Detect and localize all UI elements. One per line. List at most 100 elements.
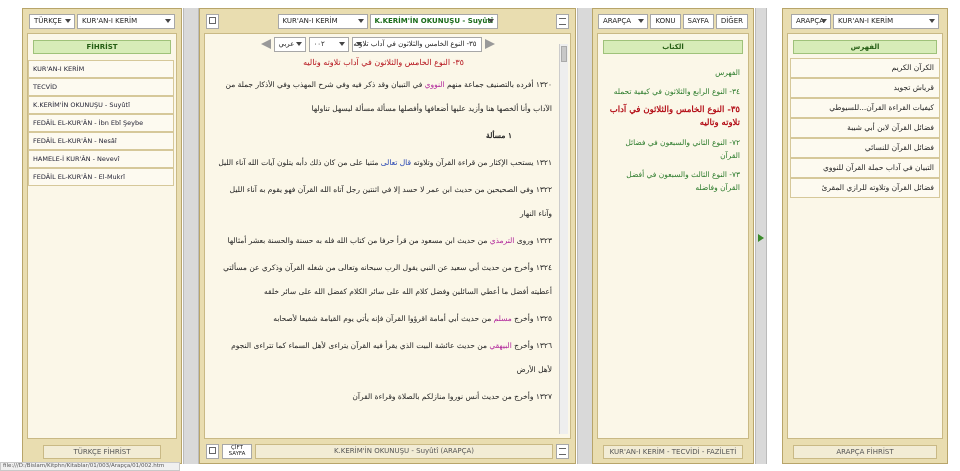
columns-icon (209, 447, 216, 454)
language-select[interactable]: عربي (273, 36, 306, 52)
highlighted-reference[interactable]: النووي (425, 80, 445, 89)
index-item[interactable]: HAMELE-İ KUR'ÂN - Nevevî (28, 150, 174, 168)
paragraph-text: مثنيا على من كان ذلك دأبه يتلون آيات الل… (218, 158, 381, 167)
sidebar-toggle-button[interactable] (206, 444, 219, 459)
chevron-down-icon (355, 41, 362, 46)
book-select[interactable]: KUR'AN-I KERİM (833, 14, 939, 29)
chevron-down-icon (338, 41, 345, 46)
index-item[interactable]: FEDÂİL EL-KUR'ÂN - İbn Ebî Şeybe (28, 114, 174, 132)
language-select[interactable]: ARAPÇA (598, 14, 649, 29)
index-item[interactable]: التبيان في آداب حملة القرآن للنووي (790, 158, 940, 178)
index-item[interactable]: الكرآن الكريم (790, 58, 940, 78)
next-page-icon[interactable] (484, 39, 495, 49)
chapter-select-value: K.KERİM'İN OKUNUŞU - Suyûtî (374, 17, 494, 25)
highlighted-reference[interactable]: الترمذي (490, 236, 515, 245)
status-bar: file:///D:/Bislam/Kitphn/Kitablar/01/003… (0, 462, 180, 471)
language-select-value: ARAPÇA (796, 17, 825, 25)
paragraph-text: ١٣٢٠ أفرده بالتصنيف جماعة منهم (444, 80, 552, 89)
index-list: الكرآن الكريم قرياش تجويد كيفيات القراءة… (790, 58, 940, 198)
paragraph-text: ١٣٢٦ وأخرج (511, 341, 552, 350)
tab-sayfa[interactable]: SAYFA (682, 14, 714, 29)
toc-item[interactable]: الفهرس (606, 66, 740, 79)
index-item[interactable]: TECVİD (28, 78, 174, 96)
text-paragraph: ١٣٢١ يستحب الإكثار من قراءة القرآن وتلاو… (215, 151, 552, 175)
list-icon (559, 18, 566, 25)
paragraph-text: ١٣٢٥ وأخرج (511, 314, 552, 323)
page-select[interactable]: ٠٠٢ (308, 36, 349, 52)
panel-splitter[interactable] (577, 8, 593, 464)
index-item[interactable]: قرياش تجويد (790, 78, 940, 98)
index-item[interactable]: KUR'AN-I KERİM (28, 60, 174, 78)
paragraph-text: ١ مسألة (486, 131, 512, 140)
reading-panel: KUR'AN-I KERİM K.KERİM'İN OKUNUŞU - Suyû… (199, 8, 576, 464)
reading-content: عربي ٠٠٢ ٣٥- النوع الخامس والثلاثون في آ… (204, 33, 571, 439)
language-select[interactable]: ARAPÇA (791, 14, 831, 29)
toc-header: الكتاب (603, 40, 743, 54)
toc-content: الكتاب الفهرس ٣٤- النوع الرابع والثلاثون… (597, 33, 749, 439)
panel-splitter[interactable] (755, 8, 767, 464)
reading-footer: ÇİFT SAYFA K.KERİM'İN OKUNUŞU - Suyûtî (… (206, 444, 569, 459)
index-header: FİHRİST (33, 40, 171, 54)
index-item[interactable]: FEDÂİL EL-KUR'ÂN - El-Mukrî (28, 168, 174, 186)
menu-button[interactable] (556, 14, 569, 29)
book-select[interactable]: KUR'AN-I KERİM (77, 14, 175, 29)
index-item[interactable]: K.KERİM'İN OKUNUŞU - Suyûtî (28, 96, 174, 114)
chevron-down-icon (487, 19, 494, 23)
menu-button[interactable] (556, 444, 569, 459)
language-select-value: ARAPÇA (603, 17, 632, 25)
double-page-button[interactable]: ÇİFT SAYFA (222, 444, 252, 459)
language-select-value: TÜRKÇE (34, 17, 62, 25)
paragraph-text: ١٣٢٤ وأخرج من حديث أبي سعيد عن النبي يقو… (223, 263, 552, 296)
toc-item[interactable]: ٧٢- النوع الثاني والسبعون في فضائل القرآ… (606, 136, 740, 162)
index-content: الفهرس الكرآن الكريم قرياش تجويد كيفيات … (787, 33, 943, 439)
columns-icon (209, 17, 216, 24)
tab-konu[interactable]: KONU (650, 14, 681, 29)
expand-arrow-icon[interactable] (758, 234, 764, 242)
list-icon (559, 448, 566, 455)
turkish-index-button[interactable]: TÜRKÇE FİHRİST (43, 445, 161, 459)
text-paragraph: ١٣٢٣ وروى الترمذي من حديث ابن مسعود من ق… (215, 229, 552, 253)
section-select[interactable]: ٣٥- النوع الخامس والثلاثون في آداب تلاوت… (351, 36, 482, 52)
tab-diger[interactable]: DİĞER (715, 14, 748, 29)
text-paragraph: ١٣٢٠ أفرده بالتصنيف جماعة منهم النووي في… (215, 73, 552, 121)
arabic-index-button[interactable]: ARAPÇA FİHRİST (793, 445, 937, 459)
language-select-value: عربي (278, 39, 295, 48)
paragraph-text: ١٣٢٣ وروى (514, 236, 552, 245)
highlighted-reference[interactable]: قال تعالى (381, 158, 411, 167)
book-select-value: KUR'AN-I KERİM (82, 17, 138, 25)
highlighted-reference[interactable]: مسلم (494, 314, 512, 323)
paragraph-text: من حديث ابن مسعود من قرأ حرفا من كتاب ال… (227, 236, 490, 245)
chapter-select[interactable]: K.KERİM'İN OKUNUŞU - Suyûtî (369, 14, 498, 29)
index-item[interactable]: FEDÂİL EL-KUR'ÂN - Nesâî (28, 132, 174, 150)
turkish-index-panel: TÜRKÇE KUR'AN-I KERİM FİHRİST KUR'AN-I K… (22, 8, 182, 464)
book-select[interactable]: KUR'AN-I KERİM (277, 14, 368, 29)
book-select-value: KUR'AN-I KERİM (838, 17, 894, 25)
paragraph-text: ١٣٢٢ وفي الصحيحين من حديث ابن عمر لا حسد… (229, 185, 552, 218)
highlighted-reference[interactable]: البيهقي (489, 341, 511, 350)
page-select-value: ٠٠٢ (313, 39, 325, 48)
toc-item[interactable]: ٣٤- النوع الرابع والثلاثون في كيفية تحمل… (606, 85, 740, 98)
scrollbar-thumb[interactable] (561, 46, 567, 62)
chevron-down-icon (638, 19, 645, 23)
text-paragraph: ١٣٢٢ وفي الصحيحين من حديث ابن عمر لا حسد… (215, 178, 552, 226)
panel-splitter[interactable] (183, 8, 199, 464)
chevron-down-icon (165, 19, 171, 23)
sidebar-toggle-button[interactable] (206, 14, 219, 29)
toc-panel: ARAPÇA KONU SAYFA DİĞER الكتاب الفهرس ٣٤… (592, 8, 754, 464)
section-heading: ٣٥- النوع الخامس والثلاثون في آداب تلاوت… (303, 58, 464, 67)
section-select-value: ٣٥- النوع الخامس والثلاثون في آداب تلاوت… (353, 39, 477, 48)
index-content: FİHRİST KUR'AN-I KERİM TECVİD K.KERİM'İN… (27, 33, 177, 439)
text-scrollbar[interactable] (559, 44, 568, 434)
toc-item[interactable]: ٧٣- النوع الثالث والسبعون في أفضل القرآن… (606, 168, 740, 194)
toc-item-selected[interactable]: ٣٥- النوع الخامس والثلاثون في آداب تلاوت… (606, 104, 740, 130)
language-select[interactable]: TÜRKÇE (29, 14, 75, 29)
chevron-down-icon (929, 19, 935, 23)
chevron-down-icon (821, 19, 827, 23)
chevron-down-icon (357, 19, 364, 23)
index-item[interactable]: فضائل القرآن وتلاوته للرازي المقرئ (790, 178, 940, 198)
chevron-down-icon (295, 41, 302, 46)
index-item[interactable]: فضائل القرآن للنسائي (790, 138, 940, 158)
index-item[interactable]: فضائل القرآن لابن أبي شيبة (790, 118, 940, 138)
index-item[interactable]: كيفيات القراءة القرآن...للسيوطي (790, 98, 940, 118)
previous-page-icon[interactable] (260, 39, 271, 49)
